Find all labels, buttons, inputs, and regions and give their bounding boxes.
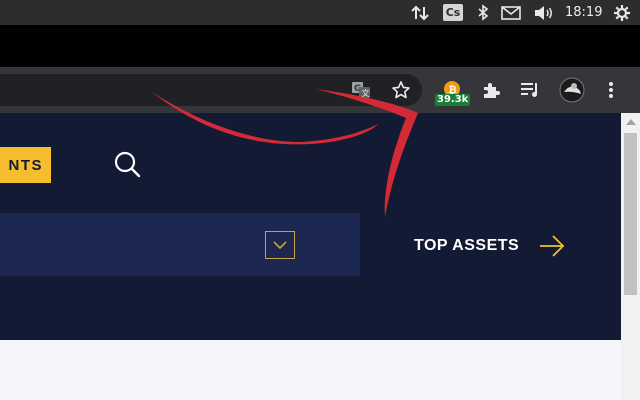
translate-icon[interactable]: G文 (348, 77, 374, 103)
puzzle-extensions-icon[interactable] (478, 77, 504, 103)
cs-app-icon[interactable]: Cs (443, 4, 463, 21)
profile-avatar-icon[interactable] (559, 77, 585, 103)
settings-cog-icon[interactable] (612, 4, 632, 21)
tab-strip (0, 25, 640, 67)
arrow-right-icon (539, 235, 565, 257)
page-body (0, 340, 621, 400)
scrollbar-thumb[interactable] (624, 133, 637, 295)
system-clock[interactable]: 18:19 (565, 5, 602, 20)
top-assets-link[interactable]: TOP ASSETS (414, 235, 565, 257)
bluetooth-icon[interactable] (475, 4, 491, 21)
top-assets-label: TOP ASSETS (414, 237, 520, 254)
search-icon[interactable] (113, 150, 143, 180)
network-transfer-icon[interactable] (410, 4, 430, 21)
chevron-down-icon[interactable] (265, 231, 295, 259)
scroll-up-arrow-icon[interactable] (621, 115, 640, 129)
mail-icon[interactable] (500, 4, 522, 21)
svg-text:文: 文 (362, 88, 370, 98)
extension-badge: 39.3k (435, 94, 471, 106)
media-queue-icon[interactable] (517, 77, 543, 103)
more-menu-icon[interactable] (598, 77, 624, 103)
volume-icon[interactable] (532, 4, 556, 21)
asset-select-bar[interactable] (0, 213, 360, 276)
bookmark-star-icon[interactable] (388, 77, 414, 103)
events-button[interactable]: NTS (0, 147, 51, 183)
